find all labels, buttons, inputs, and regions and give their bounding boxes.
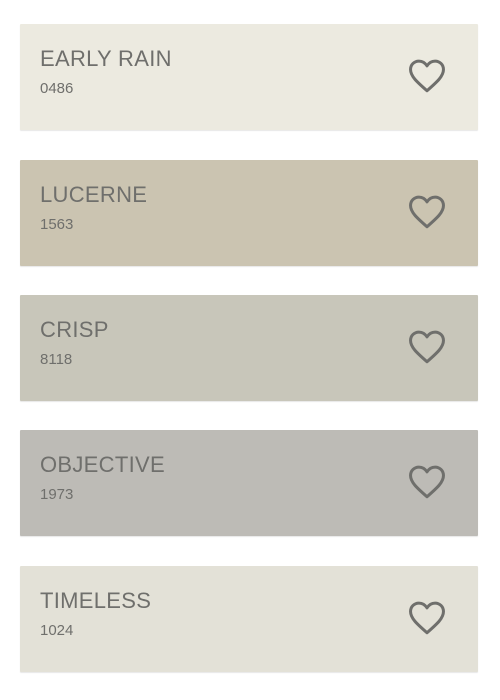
color-card-objective[interactable]: OBJECTIVE 1973 [20, 430, 478, 536]
color-name: TIMELESS [40, 588, 152, 613]
color-name: CRISP [40, 317, 109, 342]
color-name: EARLY RAIN [40, 46, 172, 71]
heart-icon[interactable] [408, 464, 446, 500]
heart-icon[interactable] [408, 194, 446, 230]
heart-icon[interactable] [408, 58, 446, 94]
color-code: 1024 [40, 622, 74, 639]
color-code: 1973 [40, 486, 74, 503]
color-code: 1563 [40, 216, 74, 233]
color-code: 8118 [40, 351, 73, 368]
color-swatch-list: EARLY RAIN 0486 LUCERNE 1563 CRISP 8118 … [0, 0, 500, 700]
color-card-early-rain[interactable]: EARLY RAIN 0486 [20, 24, 478, 130]
color-card-crisp[interactable]: CRISP 8118 [20, 295, 478, 401]
heart-icon[interactable] [408, 600, 446, 636]
color-name: OBJECTIVE [40, 452, 165, 477]
color-code: 0486 [40, 80, 74, 97]
heart-icon[interactable] [408, 329, 446, 365]
color-name: LUCERNE [40, 182, 148, 207]
color-card-lucerne[interactable]: LUCERNE 1563 [20, 160, 478, 266]
color-card-timeless[interactable]: TIMELESS 1024 [20, 566, 478, 672]
